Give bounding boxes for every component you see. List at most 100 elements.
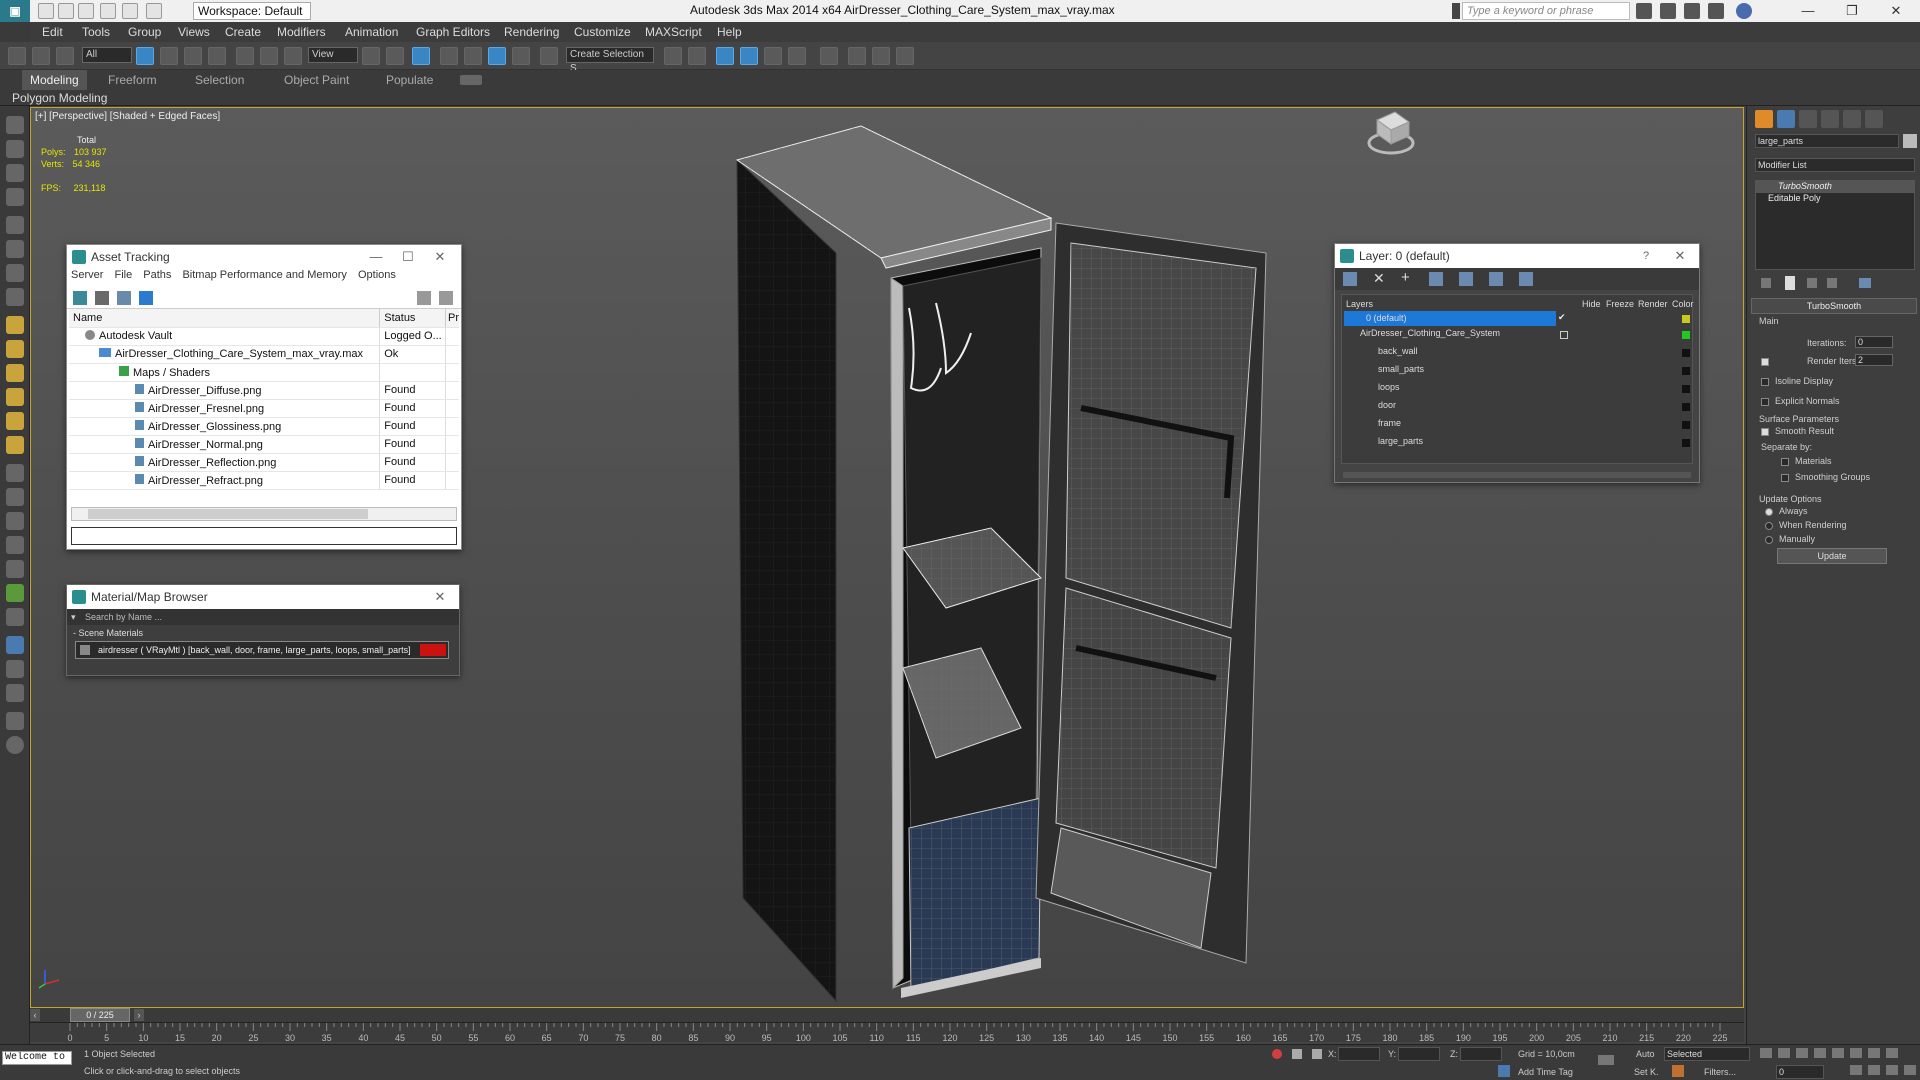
menu-options[interactable]: Options (358, 269, 396, 281)
window-crossing-icon[interactable] (208, 47, 226, 65)
strip-tool-4-icon[interactable] (6, 188, 24, 206)
strip-tool-20-icon[interactable] (6, 584, 24, 602)
table-row[interactable]: Maps / Shaders (69, 363, 459, 382)
object-name-field[interactable]: large_parts (1755, 134, 1899, 148)
column-freeze[interactable]: Freeze (1606, 299, 1634, 309)
absolute-mode-icon[interactable] (1312, 1049, 1322, 1059)
column-layers[interactable]: Layers (1346, 299, 1373, 309)
prev-frame-icon[interactable]: ‹ (30, 1009, 40, 1021)
make-unique-icon[interactable] (1807, 278, 1817, 288)
layer-color-swatch[interactable] (1682, 315, 1690, 323)
add-to-layer-icon[interactable]: + (1401, 269, 1410, 286)
layer-scrollbar[interactable] (1343, 472, 1691, 478)
minimize-button[interactable]: — (1786, 0, 1830, 22)
smoothing-groups-checkbox[interactable] (1781, 474, 1789, 482)
material-search-input[interactable]: ▾ Search by Name ... (67, 609, 459, 625)
link-icon[interactable] (8, 47, 26, 65)
table-row[interactable]: AirDresser_Refract.png Found (69, 471, 459, 490)
time-slider[interactable]: ‹ 0 / 225 › (30, 1008, 1744, 1022)
time-tag-icon[interactable] (1498, 1065, 1510, 1077)
configure-modifier-sets-icon[interactable] (1859, 278, 1871, 288)
menu-rendering[interactable]: Rendering (504, 25, 559, 39)
table-view-icon[interactable] (139, 291, 153, 305)
menu-edit[interactable]: Edit (42, 25, 63, 39)
show-end-result-icon[interactable] (1785, 276, 1795, 290)
material-browser-titlebar[interactable]: Material/Map Browser ✕ (67, 585, 459, 609)
next-frame-icon[interactable] (1814, 1048, 1826, 1058)
table-row[interactable]: AirDresser_Normal.png Found (69, 435, 459, 454)
layer-name[interactable]: loops (1378, 382, 1400, 392)
select-in-layer-icon[interactable] (1429, 272, 1443, 286)
material-editor-icon[interactable] (820, 47, 838, 65)
app-logo-icon[interactable]: ▣ (0, 0, 30, 22)
curve-editor-icon[interactable] (764, 47, 782, 65)
utilities-tab-icon[interactable] (1865, 110, 1883, 128)
menu-views[interactable]: Views (178, 25, 210, 39)
layer-color-swatch[interactable] (1682, 439, 1690, 447)
column-color[interactable]: Color (1672, 299, 1694, 309)
track-bar[interactable]: 0 5 10 15 20 25 30 35 40 45 50 55 60 65 70 75 80 85 90 95 10… (30, 1022, 1744, 1043)
workspace-dropdown[interactable]: Workspace: Default (193, 2, 311, 20)
layer-name[interactable]: door (1378, 400, 1396, 410)
maximize-viewport-icon[interactable] (1904, 1065, 1916, 1075)
spinner-snap-icon[interactable] (512, 47, 530, 65)
subscription-icon[interactable] (1660, 3, 1676, 19)
expand-search-icon[interactable] (1452, 3, 1460, 19)
key-icon[interactable] (1598, 1055, 1614, 1065)
keyboard-shortcut-override-icon[interactable] (412, 47, 430, 65)
angle-snap-icon[interactable] (464, 47, 482, 65)
strip-tool-25-icon[interactable] (6, 712, 24, 730)
strip-tool-22-icon[interactable] (6, 636, 24, 654)
layer-color-swatch[interactable] (1682, 403, 1690, 411)
minimize-button[interactable]: — (363, 245, 389, 269)
tab-modeling[interactable]: Modeling (22, 70, 87, 90)
table-row[interactable]: AirDresser_Diffuse.png Found (69, 381, 459, 400)
play-icon[interactable] (1796, 1048, 1808, 1058)
render-production-icon[interactable] (896, 47, 914, 65)
render-iters-checkbox[interactable] (1761, 358, 1769, 366)
always-radio[interactable] (1765, 508, 1773, 516)
save-file-icon[interactable] (78, 3, 94, 19)
highlight-layer-icon[interactable] (1459, 272, 1473, 286)
rendered-frame-window-icon[interactable] (872, 47, 890, 65)
maximize-button[interactable]: ❐ (1830, 0, 1874, 22)
menu-animation[interactable]: Animation (345, 25, 398, 39)
strip-tool-14-icon[interactable] (6, 436, 24, 454)
stack-editable-poly[interactable]: Editable Poly (1756, 193, 1914, 205)
render-setup-icon[interactable] (848, 47, 866, 65)
maxscript-listener[interactable]: Welcome to (2, 1051, 72, 1065)
hierarchy-tab-icon[interactable] (1799, 110, 1817, 128)
isoline-display-checkbox[interactable] (1761, 378, 1769, 386)
menu-group[interactable]: Group (128, 25, 161, 39)
column-name[interactable]: Name (69, 309, 381, 328)
strip-tool-23-icon[interactable] (6, 660, 24, 678)
zoom-icon[interactable] (1850, 1048, 1862, 1058)
menu-create[interactable]: Create (225, 25, 261, 39)
material-entry[interactable]: airdresser ( VRayMtl ) [back_wall, door,… (75, 641, 449, 659)
keyword-search-input[interactable]: Type a keyword or phrase (1462, 2, 1630, 20)
strip-tool-5-icon[interactable] (6, 216, 24, 234)
go-to-start-icon[interactable] (1760, 1048, 1772, 1058)
active-layer-check-icon[interactable]: ✔ (1558, 312, 1566, 323)
schematic-view-icon[interactable] (788, 47, 806, 65)
layer-name[interactable]: frame (1378, 418, 1401, 428)
strip-tool-11-icon[interactable] (6, 364, 24, 382)
explicit-normals-checkbox[interactable] (1761, 398, 1769, 406)
undo-icon[interactable] (100, 3, 116, 19)
display-tab-icon[interactable] (1843, 110, 1861, 128)
strip-tool-18-icon[interactable] (6, 536, 24, 554)
select-manipulate-icon[interactable] (386, 47, 404, 65)
create-layer-icon[interactable] (1343, 272, 1357, 286)
redo-icon[interactable] (122, 3, 138, 19)
layer-color-swatch[interactable] (1682, 421, 1690, 429)
iterations-spinner[interactable]: 0 (1855, 336, 1893, 348)
tab-freeform[interactable]: Freeform (108, 73, 157, 87)
column-hide[interactable]: Hide (1582, 299, 1601, 309)
table-row[interactable]: Autodesk Vault Logged O... (69, 327, 459, 346)
strip-tool-19-icon[interactable] (6, 560, 24, 578)
table-row[interactable]: AirDresser_Glossiness.png Found (69, 417, 459, 436)
maximize-button[interactable]: ☐ (395, 245, 421, 269)
snaps-toggle-icon[interactable] (440, 47, 458, 65)
strip-tool-7-icon[interactable] (6, 264, 24, 282)
help-icon[interactable] (417, 291, 431, 305)
